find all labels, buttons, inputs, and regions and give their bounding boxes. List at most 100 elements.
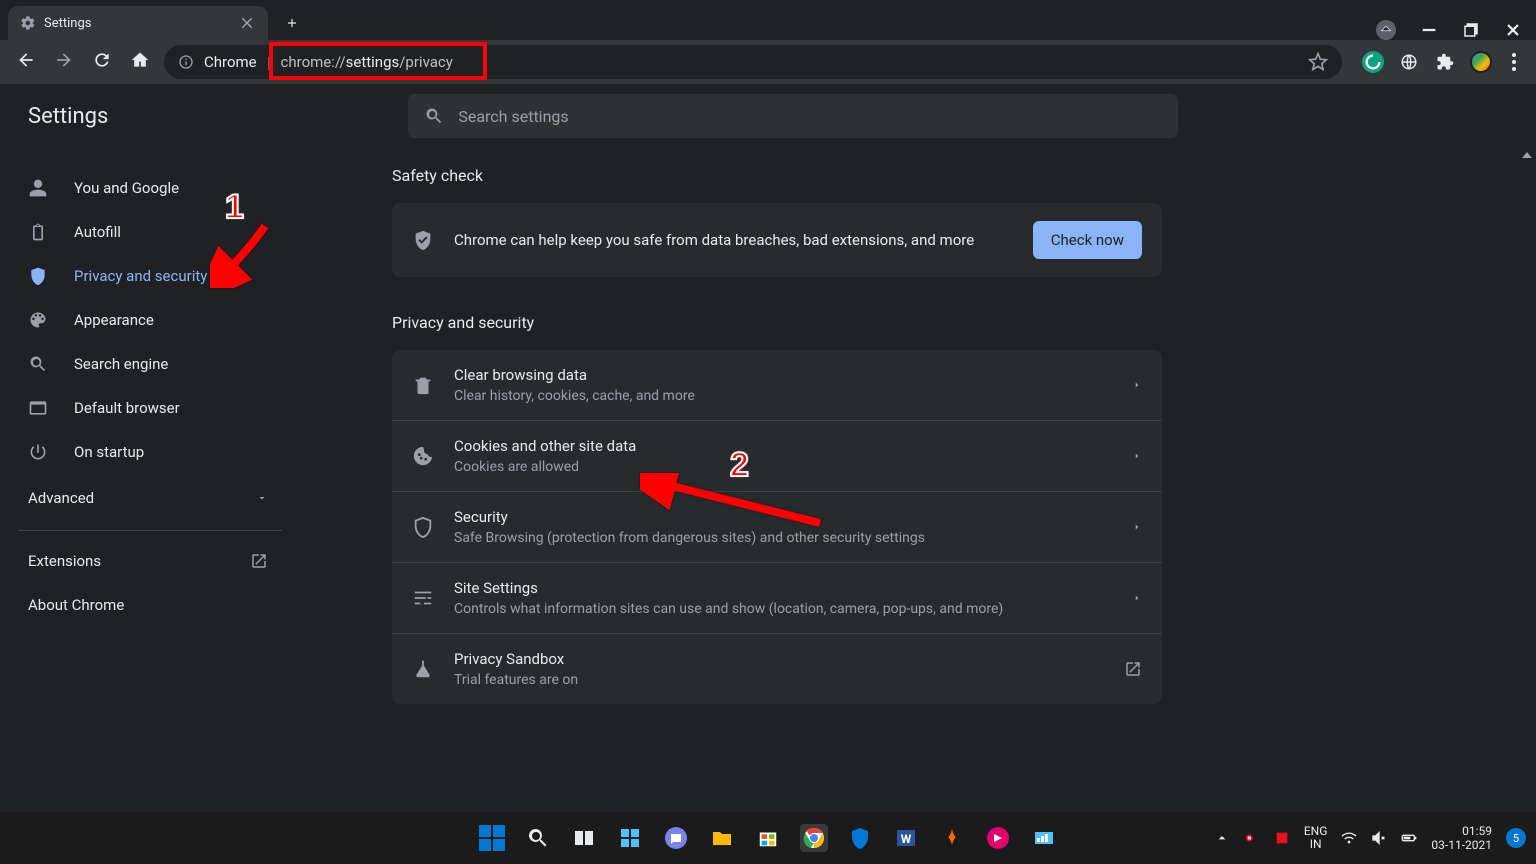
extension-icons bbox=[1362, 51, 1522, 73]
volume-mute-icon[interactable] bbox=[1371, 830, 1387, 846]
taskbar-widgets-icon[interactable] bbox=[616, 824, 644, 852]
settings-sidebar: You and Google Autofill Privacy and secu… bbox=[0, 148, 300, 864]
safety-check-text: Chrome can help keep you safe from data … bbox=[454, 231, 1013, 249]
gear-icon bbox=[20, 15, 36, 31]
tabstrip: Settings bbox=[0, 0, 1536, 40]
search-icon bbox=[424, 106, 444, 126]
taskbar-word-icon[interactable]: W bbox=[892, 824, 920, 852]
clipboard-icon bbox=[28, 222, 48, 242]
taskbar-language[interactable]: ENGIN bbox=[1304, 825, 1328, 851]
row-clear-browsing-data[interactable]: Clear browsing data Clear history, cooki… bbox=[392, 350, 1162, 421]
privacy-card: Clear browsing data Clear history, cooki… bbox=[392, 350, 1162, 704]
taskbar-start-button[interactable] bbox=[478, 824, 506, 852]
forward-button bbox=[54, 50, 74, 74]
profile-avatar[interactable] bbox=[1470, 51, 1492, 73]
row-subtitle: Trial features are on bbox=[454, 672, 1104, 688]
window-maximize-icon[interactable] bbox=[1462, 21, 1480, 39]
settings-search[interactable] bbox=[408, 94, 1178, 138]
row-cookies-and-other-site-data[interactable]: Cookies and other site data Cookies are … bbox=[392, 421, 1162, 492]
divider bbox=[18, 530, 282, 531]
sidebar-extensions[interactable]: Extensions bbox=[0, 539, 300, 583]
sidebar-item-search-engine[interactable]: Search engine bbox=[0, 342, 300, 386]
sidebar-item-label: Privacy and security bbox=[74, 267, 207, 285]
site-chip: Chrome bbox=[204, 53, 257, 71]
extensions-puzzle-icon[interactable] bbox=[1434, 51, 1456, 73]
sidebar-item-default-browser[interactable]: Default browser bbox=[0, 386, 300, 430]
section-title-safety-check: Safety check bbox=[392, 166, 1162, 185]
address-bar[interactable]: Chrome | chrome://settings/privacy bbox=[164, 45, 1342, 79]
tab-close-icon[interactable] bbox=[238, 14, 256, 32]
settings-header: Settings bbox=[0, 84, 1536, 148]
sidebar-item-label: Default browser bbox=[74, 399, 180, 417]
sidebar-advanced[interactable]: Advanced bbox=[0, 474, 300, 522]
sidebar-item-label: Search engine bbox=[74, 355, 168, 373]
taskbar-app-2-icon[interactable] bbox=[984, 824, 1012, 852]
row-subtitle: Cookies are allowed bbox=[454, 459, 1112, 475]
browser-tab[interactable]: Settings bbox=[8, 6, 268, 40]
taskbar-app-3-icon[interactable] bbox=[1030, 824, 1058, 852]
chevron-right-icon bbox=[1132, 522, 1142, 532]
row-title: Privacy Sandbox bbox=[454, 650, 1104, 668]
taskbar-explorer-icon[interactable] bbox=[708, 824, 736, 852]
person-icon bbox=[28, 178, 48, 198]
taskbar-chrome-icon[interactable] bbox=[800, 824, 828, 852]
back-button[interactable] bbox=[16, 50, 36, 74]
taskbar-security-icon[interactable] bbox=[846, 824, 874, 852]
profile-circle-icon[interactable] bbox=[1376, 20, 1396, 40]
shield-check-icon bbox=[412, 229, 434, 251]
sidebar-item-appearance[interactable]: Appearance bbox=[0, 298, 300, 342]
window-controls bbox=[1376, 20, 1536, 40]
row-security[interactable]: Security Safe Browsing (protection from … bbox=[392, 492, 1162, 563]
sidebar-item-label: Autofill bbox=[74, 223, 121, 241]
new-tab-button[interactable] bbox=[278, 9, 306, 37]
home-button[interactable] bbox=[130, 50, 150, 74]
taskbar-store-icon[interactable] bbox=[754, 824, 782, 852]
tune-icon bbox=[412, 587, 434, 609]
bookmark-star-icon[interactable] bbox=[1308, 52, 1328, 72]
sidebar-item-you-and-google[interactable]: You and Google bbox=[0, 166, 300, 210]
site-info-icon[interactable] bbox=[178, 54, 194, 70]
taskbar-onedrive-icon[interactable] bbox=[1244, 830, 1260, 846]
sidebar-item-label: Appearance bbox=[74, 311, 154, 329]
extension-globe-icon[interactable] bbox=[1398, 51, 1420, 73]
row-site-settings[interactable]: Site Settings Controls what information … bbox=[392, 563, 1162, 634]
url-text: chrome://settings/privacy bbox=[281, 53, 453, 71]
shield-icon bbox=[28, 266, 48, 286]
row-title: Site Settings bbox=[454, 579, 1112, 597]
sidebar-item-on-startup[interactable]: On startup bbox=[0, 430, 300, 474]
row-title: Cookies and other site data bbox=[454, 437, 1112, 455]
reload-button[interactable] bbox=[92, 50, 112, 74]
taskbar-search-icon[interactable] bbox=[524, 824, 552, 852]
palette-icon bbox=[28, 310, 48, 330]
wifi-icon[interactable] bbox=[1341, 830, 1357, 846]
sidebar-item-privacy-and-security[interactable]: Privacy and security bbox=[0, 254, 300, 298]
row-title: Clear browsing data bbox=[454, 366, 1112, 384]
row-privacy-sandbox[interactable]: Privacy Sandbox Trial features are on bbox=[392, 634, 1162, 704]
battery-icon[interactable] bbox=[1401, 830, 1417, 846]
row-title: Security bbox=[454, 508, 1112, 526]
chrome-menu-button[interactable] bbox=[1506, 53, 1522, 71]
taskbar-tray-icon[interactable] bbox=[1274, 830, 1290, 846]
taskbar-app-1-icon[interactable] bbox=[938, 824, 966, 852]
scroll-up-icon[interactable] bbox=[1522, 152, 1532, 158]
tab-title: Settings bbox=[44, 16, 91, 31]
open-external-icon bbox=[1124, 660, 1142, 678]
settings-page: Settings You and Google Autofill Pr bbox=[0, 84, 1536, 864]
chevron-right-icon bbox=[1132, 451, 1142, 461]
row-subtitle: Safe Browsing (protection from dangerous… bbox=[454, 530, 1112, 546]
settings-search-input[interactable] bbox=[458, 107, 1162, 126]
check-now-button[interactable]: Check now bbox=[1033, 221, 1142, 259]
taskbar-notification-count[interactable]: 5 bbox=[1506, 828, 1526, 848]
taskbar-taskview-icon[interactable] bbox=[570, 824, 598, 852]
sidebar-about-chrome[interactable]: About Chrome bbox=[0, 583, 300, 627]
chevron-right-icon bbox=[1132, 380, 1142, 390]
scrollbar[interactable] bbox=[1520, 148, 1534, 864]
taskbar-chat-icon[interactable] bbox=[662, 824, 690, 852]
taskbar-datetime[interactable]: 01:5903-11-2021 bbox=[1431, 824, 1492, 853]
sidebar-item-autofill[interactable]: Autofill bbox=[0, 210, 300, 254]
window-minimize-icon[interactable] bbox=[1420, 21, 1438, 39]
taskbar-overflow-icon[interactable] bbox=[1214, 830, 1230, 846]
safety-check-card: Chrome can help keep you safe from data … bbox=[392, 203, 1162, 277]
extension-grammarly-icon[interactable] bbox=[1362, 51, 1384, 73]
window-close-icon[interactable] bbox=[1504, 21, 1522, 39]
